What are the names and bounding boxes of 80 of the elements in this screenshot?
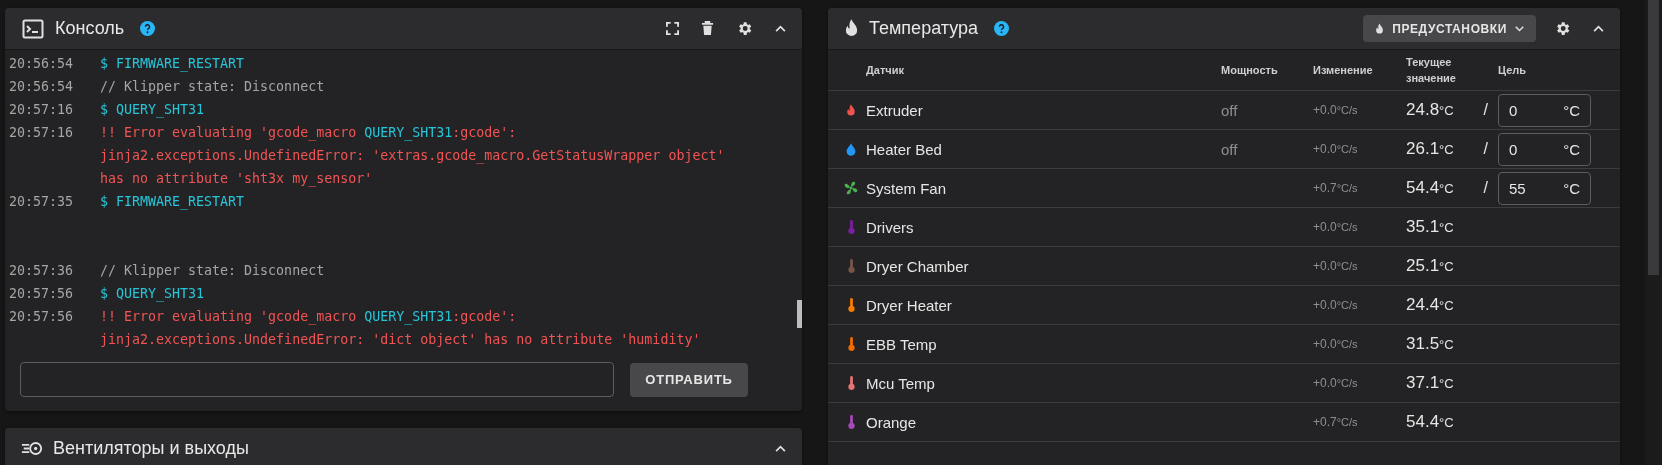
settings-icon[interactable] bbox=[736, 20, 753, 37]
separator-slash: / bbox=[1483, 179, 1488, 197]
column-header: Цель bbox=[1498, 64, 1528, 76]
current-temperature: 25.1°C bbox=[1406, 256, 1454, 276]
help-icon[interactable] bbox=[994, 21, 1010, 36]
sensor-name[interactable]: Heater Bed bbox=[866, 140, 1221, 158]
log-message: $ FIRMWARE_RESTART bbox=[100, 55, 245, 74]
log-message: $ QUERY_SHT31 bbox=[100, 285, 205, 304]
send-button[interactable]: ОТПРАВИТЬ bbox=[630, 362, 748, 397]
log-message: $ FIRMWARE_RESTART bbox=[100, 193, 245, 212]
log-message: jinja2.exceptions.UndefinedError: 'extras.gcode_macro.GetStatusWrapper object' bbox=[100, 147, 725, 166]
separator-slash: / bbox=[1483, 140, 1488, 158]
sensor-name[interactable]: Extruder bbox=[866, 101, 1221, 119]
log-time: 20:57:16 bbox=[9, 124, 75, 142]
temperature-rate: +0.0°C/s bbox=[1313, 376, 1359, 390]
panel-title: Вентиляторы и выходы bbox=[53, 438, 249, 459]
log-time: 20:57:56 bbox=[9, 308, 75, 326]
current-temperature: 26.1°C bbox=[1406, 139, 1454, 159]
temperature-rate: +0.0°C/s bbox=[1313, 142, 1359, 156]
column-header: Мощность bbox=[1221, 64, 1279, 76]
log-time: 20:56:54 bbox=[9, 78, 75, 96]
power-value: off bbox=[1221, 140, 1238, 158]
collapse-icon[interactable] bbox=[775, 25, 786, 32]
current-temperature: 54.4°C bbox=[1406, 412, 1454, 432]
current-temperature: 24.4°C bbox=[1406, 295, 1454, 315]
log-time: 20:57:36 bbox=[9, 262, 75, 280]
temperature-rate: +0.0°C/s bbox=[1313, 259, 1359, 273]
trash-icon[interactable] bbox=[701, 21, 714, 36]
log-message: has no attribute 'sht3x my_sensor' bbox=[100, 170, 374, 189]
log-message: // Klipper state: Disconnect bbox=[100, 262, 325, 280]
settings-icon[interactable] bbox=[1554, 20, 1571, 37]
caret-icon bbox=[1515, 25, 1524, 32]
current-temperature: 37.1°C bbox=[1406, 373, 1454, 393]
fullscreen-icon[interactable] bbox=[666, 22, 679, 35]
column-header: Текущее значение bbox=[1406, 55, 1457, 86]
temperature-rate: +0.0°C/s bbox=[1313, 103, 1359, 117]
log-message: $ QUERY_SHT31 bbox=[100, 101, 205, 120]
panel-title: Консоль bbox=[55, 18, 125, 39]
log-time: 20:57:16 bbox=[9, 101, 75, 119]
log-time: 20:56:54 bbox=[9, 55, 75, 73]
column-header: Изменение bbox=[1313, 64, 1374, 76]
target-input[interactable]: 55 °C bbox=[1498, 171, 1591, 205]
log-time: 20:57:56 bbox=[9, 285, 75, 303]
collapse-icon[interactable] bbox=[1593, 25, 1604, 32]
sensor-name[interactable]: Mcu Temp bbox=[866, 374, 1221, 392]
scrollbar[interactable] bbox=[1645, 0, 1662, 465]
log-message: jinja2.exceptions.UndefinedError: 'dict object' has no attribute 'humidity' bbox=[100, 331, 701, 349]
temperature-rate: +0.7°C/s bbox=[1313, 415, 1359, 429]
collapse-icon[interactable] bbox=[775, 445, 786, 452]
current-temperature: 35.1°C bbox=[1406, 217, 1454, 237]
current-temperature: 54.4°C bbox=[1406, 178, 1454, 198]
flame-icon bbox=[1375, 22, 1385, 35]
flame-icon bbox=[844, 19, 859, 38]
sensor-name[interactable]: System Fan bbox=[866, 179, 1221, 197]
log-message: !! Error evaluating 'gcode_macro QUERY_SHT31:gcode': bbox=[100, 308, 518, 327]
log-message: // Klipper state: Disconnect bbox=[100, 78, 325, 96]
sensor-name[interactable]: Dryer Chamber bbox=[866, 257, 1221, 275]
temperature-rate: +0.0°C/s bbox=[1313, 220, 1359, 234]
temperature-rate: +0.7°C/s bbox=[1313, 181, 1359, 195]
panel-title: Температура bbox=[869, 18, 979, 39]
sensor-name[interactable]: Dryer Heater bbox=[866, 296, 1221, 314]
command-input[interactable] bbox=[20, 362, 614, 397]
current-temperature: 31.5°C bbox=[1406, 334, 1454, 354]
help-icon[interactable] bbox=[140, 21, 156, 36]
presets-button[interactable]: ПРЕДУСТАНОВКИ bbox=[1363, 15, 1536, 42]
target-input[interactable]: 0 °C bbox=[1498, 93, 1591, 127]
temperature-rate: +0.0°C/s bbox=[1313, 298, 1359, 312]
fan-speed-icon bbox=[21, 441, 43, 456]
current-temperature: 24.8°C bbox=[1406, 100, 1454, 120]
scrollbar-thumb[interactable] bbox=[797, 300, 802, 328]
sensor-name[interactable]: Drivers bbox=[866, 218, 1221, 236]
target-input[interactable]: 0 °C bbox=[1498, 132, 1591, 166]
log-time: 20:57:35 bbox=[9, 193, 75, 211]
power-value: off bbox=[1221, 101, 1238, 119]
log-message: !! Error evaluating 'gcode_macro QUERY_SHT31:gcode': bbox=[100, 124, 518, 143]
column-header: Датчик bbox=[866, 64, 905, 76]
temperature-rate: +0.0°C/s bbox=[1313, 337, 1359, 351]
sensor-name[interactable]: EBB Temp bbox=[866, 335, 1221, 353]
separator-slash: / bbox=[1483, 101, 1488, 119]
sensor-name[interactable]: Orange bbox=[866, 413, 1221, 431]
